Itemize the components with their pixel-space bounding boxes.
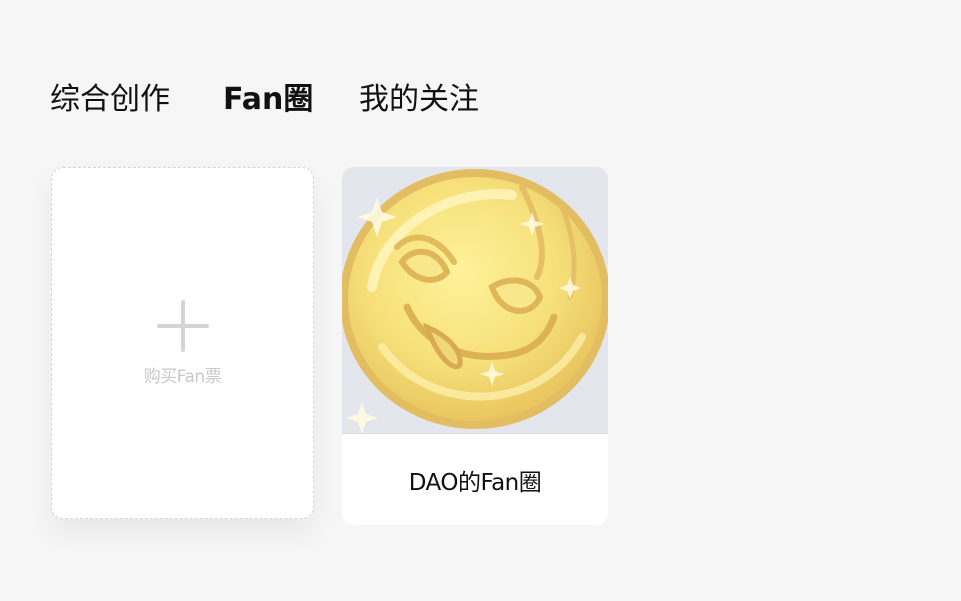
fan-circle-cover [342,167,608,434]
tab-comprehensive-creation[interactable]: 综合创作 [50,78,223,122]
tab-bar: 综合创作 Fan圈 我的关注 [50,78,499,122]
fan-circle-name: DAO的Fan圈 [408,469,542,496]
tab-my-follows[interactable]: 我的关注 [359,78,499,122]
plus-icon [156,299,209,352]
buy-fan-ticket-card[interactable]: 购买Fan票 [51,167,314,519]
gold-coin-face-icon [342,169,608,433]
buy-fan-ticket-label: 购买Fan票 [143,366,222,387]
fan-circle-card[interactable]: DAO的Fan圈 [342,167,608,525]
tab-fan-circle[interactable]: Fan圈 [223,78,359,122]
